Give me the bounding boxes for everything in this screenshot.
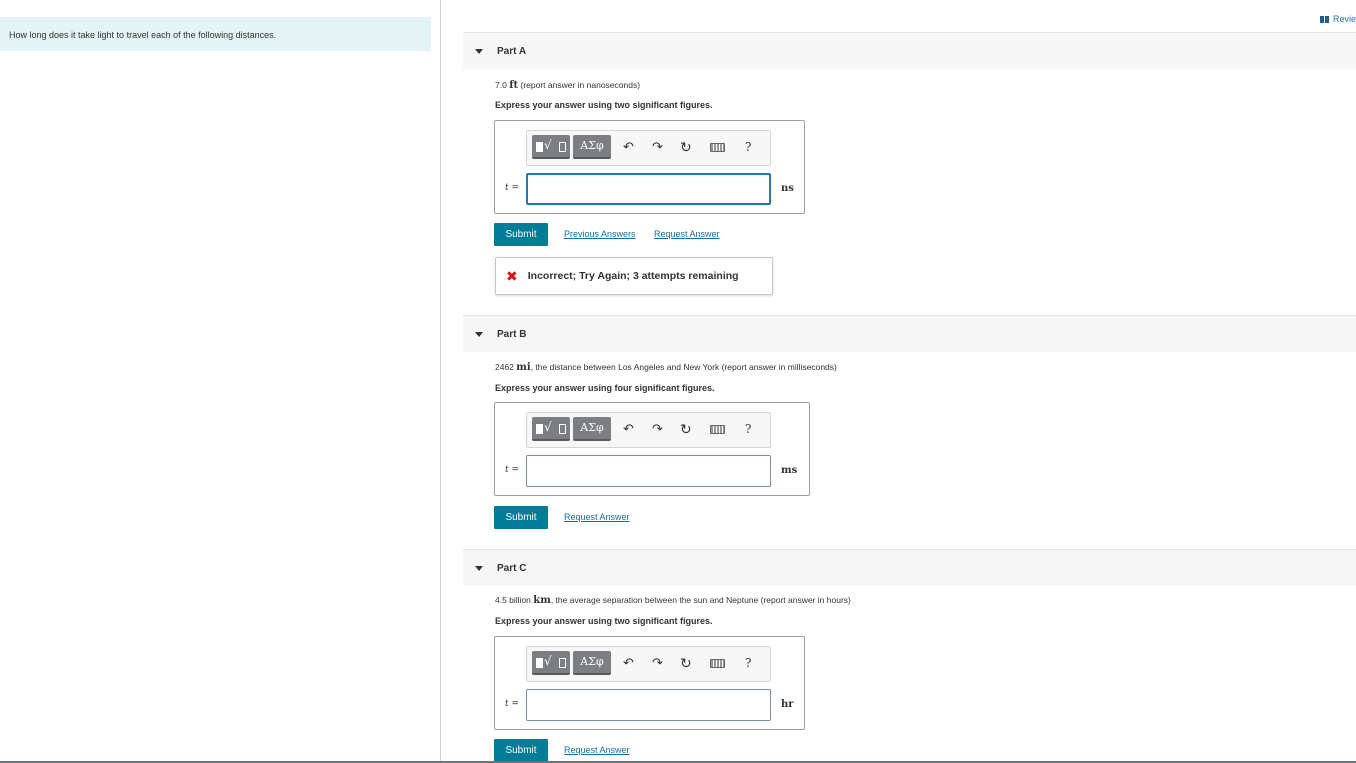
math-toolbar: √ ΑΣφ ↶ ↷ ↻ ? bbox=[526, 646, 771, 682]
part-c-title: Part C bbox=[497, 562, 527, 574]
review-label: Revie bbox=[1332, 14, 1356, 24]
symbols-button[interactable]: ΑΣφ bbox=[573, 135, 611, 159]
part-a-title: Part A bbox=[497, 45, 527, 57]
part-b-title: Part B bbox=[497, 328, 527, 340]
part-c-question: 4.5 billion km, the average separation b… bbox=[495, 595, 851, 606]
variable-label: t = bbox=[505, 465, 520, 475]
caret-down-icon bbox=[475, 331, 483, 337]
part-c-unit: hr bbox=[781, 699, 794, 710]
part-a-answer-box: √ ΑΣφ ↶ ↷ ↻ ? t = ns bbox=[494, 120, 805, 214]
redo-icon[interactable]: ↷ bbox=[652, 655, 663, 671]
review-link[interactable]: Revie bbox=[1319, 14, 1356, 24]
undo-icon[interactable]: ↶ bbox=[623, 421, 634, 437]
reset-icon[interactable]: ↻ bbox=[680, 421, 692, 437]
symbols-button[interactable]: ΑΣφ bbox=[573, 651, 611, 675]
part-a-unit: ns bbox=[781, 183, 794, 194]
reset-icon[interactable]: ↻ bbox=[680, 139, 692, 155]
part-a-header[interactable]: Part A bbox=[463, 32, 1356, 69]
part-a-instruction: Express your answer using two significan… bbox=[495, 100, 713, 110]
part-a-question: 7.0 ft (report answer in nanoseconds) bbox=[495, 80, 641, 91]
part-b-request-answer-link[interactable]: Request Answer bbox=[564, 512, 630, 522]
problem-prompt: How long does it take light to travel ea… bbox=[0, 17, 431, 51]
redo-icon[interactable]: ↷ bbox=[652, 421, 663, 437]
part-b-instruction: Express your answer using four significa… bbox=[495, 383, 715, 393]
part-c-answer-input[interactable] bbox=[526, 689, 771, 721]
part-a-answer-input[interactable] bbox=[526, 173, 771, 205]
caret-down-icon bbox=[475, 565, 483, 571]
help-icon[interactable]: ? bbox=[745, 655, 751, 671]
part-b-answer-box: √ ΑΣφ ↶ ↷ ↻ ? t = ms bbox=[494, 402, 810, 496]
keyboard-icon[interactable] bbox=[710, 143, 725, 152]
part-b-question: 2462 mi, the distance between Los Angele… bbox=[495, 362, 837, 373]
part-c-instruction: Express your answer using two significan… bbox=[495, 616, 713, 626]
radical-icon: √ bbox=[544, 654, 552, 668]
math-toolbar: √ ΑΣφ ↶ ↷ ↻ ? bbox=[526, 412, 771, 448]
keyboard-icon[interactable] bbox=[710, 659, 725, 668]
math-toolbar: √ ΑΣφ ↶ ↷ ↻ ? bbox=[526, 130, 771, 166]
previous-answers-link[interactable]: Previous Answers bbox=[564, 229, 636, 239]
part-c-header[interactable]: Part C bbox=[463, 549, 1356, 586]
incorrect-feedback: ✖ Incorrect; Try Again; 3 attempts remai… bbox=[495, 257, 773, 295]
left-pane: How long does it take light to travel ea… bbox=[0, 0, 441, 763]
undo-icon[interactable]: ↶ bbox=[623, 655, 634, 671]
undo-icon[interactable]: ↶ bbox=[623, 139, 634, 155]
error-x-icon: ✖ bbox=[506, 268, 518, 284]
redo-icon[interactable]: ↷ bbox=[652, 139, 663, 155]
templates-button[interactable]: √ bbox=[532, 417, 570, 441]
part-b-submit-button[interactable]: Submit bbox=[494, 506, 548, 529]
reset-icon[interactable]: ↻ bbox=[680, 655, 692, 671]
part-b-unit: ms bbox=[781, 465, 798, 476]
radical-icon: √ bbox=[544, 138, 552, 152]
part-b-answer-input[interactable] bbox=[526, 455, 771, 487]
keyboard-icon[interactable] bbox=[710, 425, 725, 434]
help-icon[interactable]: ? bbox=[745, 421, 751, 437]
part-c-submit-button[interactable]: Submit bbox=[494, 739, 548, 762]
variable-label: t = bbox=[505, 183, 520, 193]
templates-button[interactable]: √ bbox=[532, 651, 570, 675]
part-a-submit-button[interactable]: Submit bbox=[494, 223, 548, 246]
templates-button[interactable]: √ bbox=[532, 135, 570, 159]
review-icon bbox=[1319, 15, 1329, 23]
help-icon[interactable]: ? bbox=[745, 139, 751, 155]
variable-label: t = bbox=[505, 699, 520, 709]
part-c-answer-box: √ ΑΣφ ↶ ↷ ↻ ? t = hr bbox=[494, 636, 805, 730]
part-c-request-answer-link[interactable]: Request Answer bbox=[564, 745, 630, 755]
part-b-header[interactable]: Part B bbox=[463, 315, 1356, 352]
radical-icon: √ bbox=[544, 420, 552, 434]
caret-down-icon bbox=[475, 48, 483, 54]
feedback-text: Incorrect; Try Again; 3 attempts remaini… bbox=[527, 270, 739, 282]
symbols-button[interactable]: ΑΣφ bbox=[573, 417, 611, 441]
part-a-request-answer-link[interactable]: Request Answer bbox=[654, 229, 720, 239]
